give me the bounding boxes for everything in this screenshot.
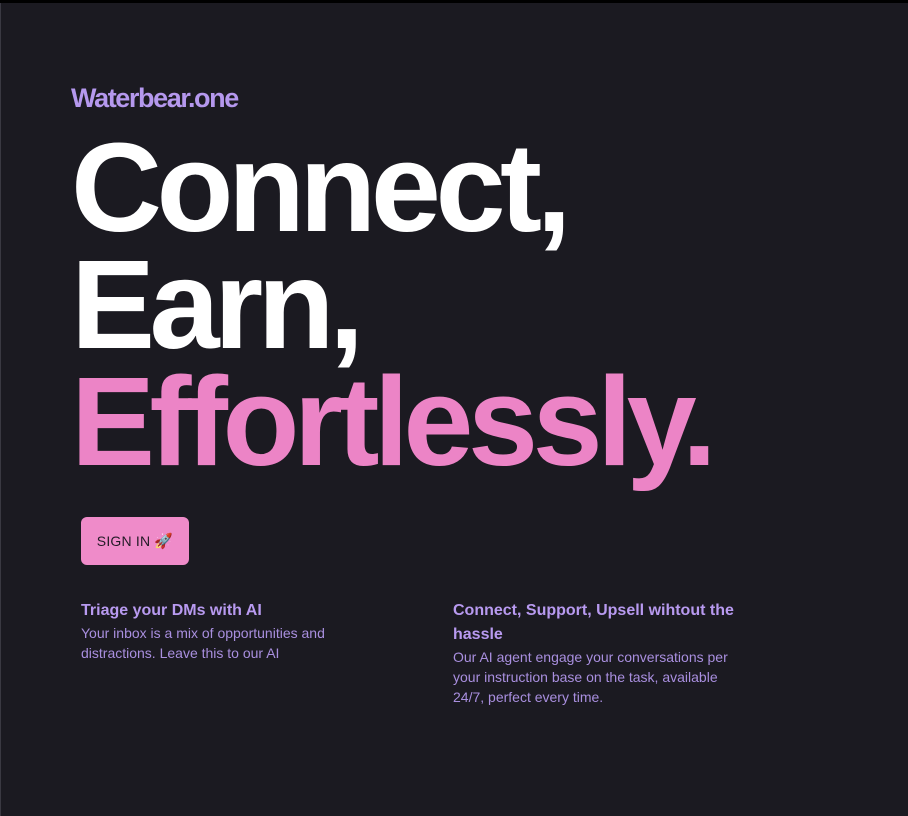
feature-triage: Triage your DMs with AI Your inbox is a …	[81, 599, 371, 663]
hero-line-connect: Connect,	[71, 117, 572, 258]
feature-title: Connect, Support, Upsell wihtout the has…	[453, 602, 734, 643]
brand-logo[interactable]: Waterbear.one	[71, 81, 239, 115]
hero-line-earn: Earn,	[71, 234, 364, 375]
sign-in-button[interactable]: SIGN IN 🚀	[81, 517, 189, 565]
hero-headline: Connect, Earn, Effortlessly.	[71, 117, 717, 492]
hero-line-effortlessly: Effortlessly.	[71, 351, 717, 492]
feature-title: Triage your DMs with AI	[81, 602, 262, 619]
landing-page: Waterbear.one Connect, Earn, Effortlessl…	[0, 3, 908, 816]
feature-description: Your inbox is a mix of opportunities and…	[81, 625, 325, 661]
feature-description: Our AI agent engage your conversations p…	[453, 649, 728, 705]
sign-in-label: SIGN IN	[96, 533, 151, 549]
rocket-icon: 🚀	[154, 532, 174, 550]
feature-connect-support: Connect, Support, Upsell wihtout the has…	[453, 599, 743, 707]
